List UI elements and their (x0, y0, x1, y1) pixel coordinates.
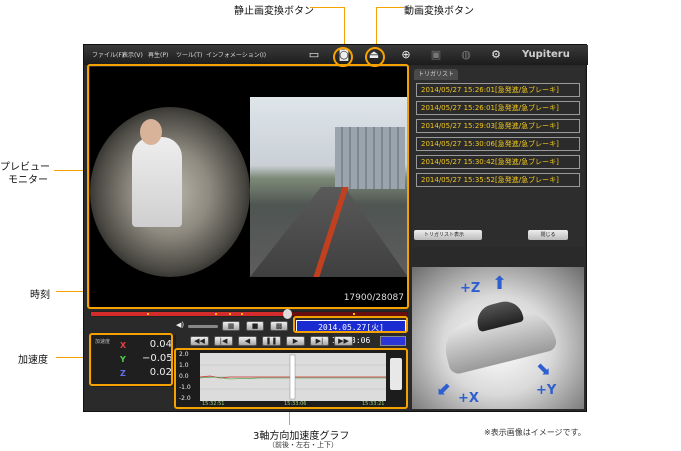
next-button[interactable]: ▶| (310, 336, 329, 346)
trigger-list-item[interactable]: 2014/05/27 15:26:01[急発進/急ブレーキ] (416, 101, 580, 115)
accel-callout: 加速度 (18, 355, 48, 366)
globe-icon[interactable]: ◍ (458, 48, 474, 62)
z-axis-3d-label: +Z (460, 281, 481, 296)
graph-caption-sub: （前後・左右・上下） (268, 441, 338, 449)
seek-thumb[interactable] (282, 309, 292, 319)
settings-icon[interactable]: ⚙ (488, 48, 504, 62)
accel-highlight (89, 333, 173, 386)
menu-play[interactable]: 再生(P) (148, 50, 168, 59)
trigger-marker (215, 313, 217, 315)
trigger-marker (241, 313, 243, 315)
single-view-icon[interactable]: ■ (246, 321, 264, 331)
trigger-list-close-button[interactable]: 閉じる (528, 230, 568, 240)
rewind-button[interactable]: ◀◀ (190, 336, 209, 346)
time-callout: 時刻 (30, 290, 50, 301)
video-callout-line-h (376, 7, 404, 8)
trigger-marker (229, 313, 231, 315)
still-callout-line-h (310, 7, 344, 8)
preview-callout-2: モニター (8, 175, 48, 186)
trigger-marker (147, 313, 149, 315)
menu-tools[interactable]: ツール(T) (176, 50, 202, 59)
play-button[interactable]: ▶ (286, 336, 305, 346)
menu-information[interactable]: インフォメーション(I) (206, 50, 266, 59)
trigger-list-tab[interactable]: トリガリスト (414, 69, 458, 80)
step-back-button[interactable]: ◀ (238, 336, 257, 346)
pause-button[interactable]: ❚❚ (262, 336, 281, 346)
preview-highlight (87, 64, 409, 309)
y-axis-3d-label: +Y (536, 383, 557, 398)
fast-forward-button[interactable]: ▶▶ (334, 336, 353, 346)
prev-button[interactable]: |◀ (214, 336, 233, 346)
zoom-icon[interactable]: ⊕ (398, 48, 414, 62)
menu-view[interactable]: 表示(V) (122, 50, 143, 59)
menu-file[interactable]: ファイル(F) (92, 50, 124, 59)
time-highlight (293, 316, 408, 333)
trigger-list-toggle[interactable]: トリガリスト表示 (414, 230, 482, 240)
video-convert-callout: 動画変換ボタン (404, 6, 474, 17)
trigger-marker (353, 313, 355, 315)
image-note: ※表示画像はイメージです。 (484, 428, 586, 437)
volume-slider[interactable] (188, 325, 218, 328)
trigger-list-item[interactable]: 2014/05/27 15:30:42[急発進/急ブレーキ] (416, 155, 580, 169)
x-arrow-icon: ⬋ (436, 379, 452, 400)
trigger-list-item[interactable]: 2014/05/27 15:30:06[急発進/急ブレーキ] (416, 137, 580, 151)
vehicle-3d-view: ⬆ +Z ⬊ +Y ⬋ +X (412, 267, 584, 409)
trigger-list-item[interactable]: 2014/05/27 15:29:03[急発進/急ブレーキ] (416, 119, 580, 133)
folder-icon[interactable]: ▭ (306, 48, 322, 62)
brand-logo: Yupiteru (522, 49, 570, 60)
seek-bar-fill (91, 312, 287, 316)
split-view-icon[interactable]: ▦ (222, 321, 240, 331)
volume-icon[interactable]: ◀) (174, 321, 186, 331)
still-convert-callout: 静止画変換ボタン (234, 6, 314, 17)
save-icon[interactable]: ▣ (428, 48, 444, 62)
speed-indicator (380, 336, 406, 346)
video-callout-line-v (376, 7, 377, 47)
quad-view-icon[interactable]: ▩ (270, 321, 288, 331)
graph-highlight (174, 348, 408, 409)
y-arrow-icon: ⬊ (536, 359, 552, 380)
z-arrow-icon: ⬆ (492, 273, 508, 294)
trigger-list-item[interactable]: 2014/05/27 15:26:01[急発進/急ブレーキ] (416, 83, 580, 97)
trigger-list-item[interactable]: 2014/05/27 15:35:52[急発進/急ブレーキ] (416, 173, 580, 187)
x-axis-3d-label: +X (458, 391, 479, 406)
still-callout-line-v (344, 7, 345, 47)
trigger-list-panel: トリガリスト 2014/05/27 15:26:01[急発進/急ブレーキ] 20… (412, 67, 584, 247)
